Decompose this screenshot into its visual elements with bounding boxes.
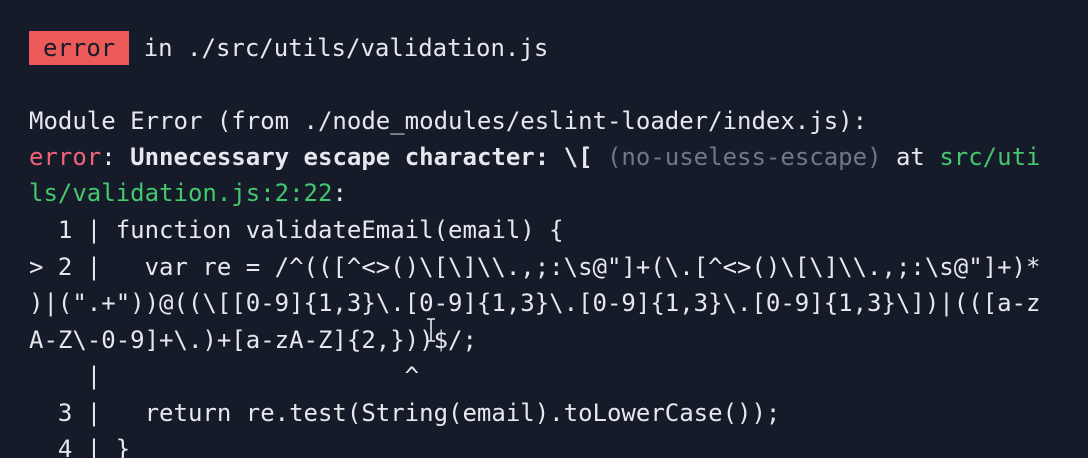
error-location-start: src/uti xyxy=(939,143,1041,171)
code-line-2-wrap-2: A-Z\-0-9]+\.)+[a-zA-Z]{2,}))$/; xyxy=(29,326,477,354)
error-message: Unnecessary escape character: \[ xyxy=(130,143,593,171)
location-colon: : xyxy=(332,179,347,207)
terminal-window: error in ./src/utils/validation.js Modul… xyxy=(0,0,1088,458)
error-location-end: ls/validation.js:2:22 xyxy=(29,179,333,207)
eslint-error-line: error: Unnecessary escape character: \[ … xyxy=(29,139,1040,176)
error-badge: error xyxy=(29,31,130,65)
error-location-line: ls/validation.js:2:22: xyxy=(29,175,347,212)
code-line-3: 3 | return re.test(String(email).toLower… xyxy=(29,399,781,427)
error-pointer-line: | ^ xyxy=(29,362,420,390)
text-cursor-icon xyxy=(427,318,435,342)
code-line-4: 4 | } xyxy=(29,435,131,458)
error-space xyxy=(593,143,607,171)
error-level: error xyxy=(29,143,102,171)
error-file-path: in ./src/utils/validation.js xyxy=(129,34,549,62)
error-separator: : xyxy=(101,143,131,171)
code-line-2-wrap-1: )|(".+"))@((\[[0-9]{1,3}\.[0-9]{1,3}\.[0… xyxy=(29,289,1041,317)
eslint-rule: (no-useless-escape) xyxy=(606,143,882,171)
code-line-2: > 2 | var re = /^(([^<>()\[\]\\.,;:\s@"]… xyxy=(29,253,1041,281)
code-line-1: 1 | function validateEmail(email) { xyxy=(29,216,564,244)
at-text: at xyxy=(881,143,940,171)
error-header: error in ./src/utils/validation.js xyxy=(29,30,548,67)
module-error-line: Module Error (from ./node_modules/eslint… xyxy=(29,107,868,135)
